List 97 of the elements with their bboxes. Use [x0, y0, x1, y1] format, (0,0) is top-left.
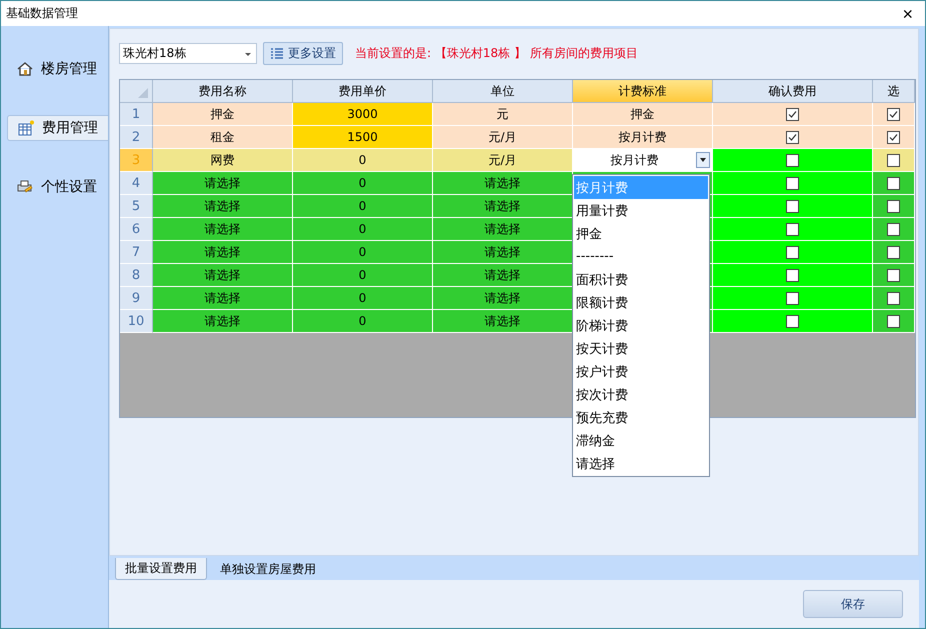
table-cell: 元	[433, 103, 573, 126]
dropdown-option[interactable]: 用量计费	[574, 199, 708, 222]
table-cell: 请选择	[433, 172, 573, 195]
tab[interactable]: 单独设置房屋费用	[211, 558, 325, 580]
sidebar-item[interactable]: 费用管理	[7, 115, 108, 141]
row-number[interactable]: 2	[120, 126, 153, 149]
table-cell: 0	[293, 310, 433, 333]
table-cell: 请选择	[153, 310, 293, 333]
table-cell: 0	[293, 241, 433, 264]
checkbox[interactable]	[887, 246, 900, 258]
column-header[interactable]: 费用名称	[153, 80, 293, 103]
table-cell: 请选择	[153, 218, 293, 241]
checkbox[interactable]	[887, 222, 900, 236]
checkbox[interactable]	[887, 268, 900, 282]
column-header[interactable]: 选	[873, 80, 915, 103]
column-header[interactable]: 确认费用	[713, 80, 873, 103]
row-number[interactable]: 5	[120, 195, 153, 218]
home-icon	[17, 61, 33, 77]
table-icon	[18, 120, 34, 136]
more-settings-button[interactable]: 更多设置	[263, 42, 343, 65]
dropdown-option[interactable]: 按户计费	[574, 360, 708, 383]
table-cell: 请选择	[153, 287, 293, 310]
dropdown-option[interactable]: 按天计费	[574, 337, 708, 360]
row-number[interactable]: 7	[120, 241, 153, 264]
building-dropdown[interactable]: 珠光村18栋	[119, 43, 257, 64]
table-cell: 网费	[153, 149, 293, 172]
column-header[interactable]: 计费标准	[573, 80, 713, 103]
checkbox[interactable]	[786, 154, 799, 166]
printer-icon	[17, 179, 33, 195]
checkbox[interactable]	[786, 130, 799, 144]
row-number[interactable]: 9	[120, 287, 153, 310]
table-cell: 请选择	[433, 264, 573, 287]
checkbox[interactable]	[786, 314, 799, 328]
table-cell: 0	[293, 287, 433, 310]
table-cell: 0	[293, 195, 433, 218]
checkbox[interactable]	[887, 292, 900, 304]
table-cell: 请选择	[433, 287, 573, 310]
caret-icon	[700, 158, 706, 162]
table-cell: 请选择	[433, 241, 573, 264]
dropdown-option[interactable]: 阶梯计费	[574, 314, 708, 337]
dropdown-button[interactable]	[696, 152, 710, 168]
table-cell: 3000	[293, 103, 433, 126]
row-number[interactable]: 1	[120, 103, 153, 126]
sidebar-item[interactable]: 个性设置	[7, 174, 108, 200]
save-button[interactable]: 保存	[803, 590, 903, 618]
checkbox[interactable]	[887, 154, 900, 166]
table-cell: 押金	[573, 103, 713, 126]
dropdown-option[interactable]: 面积计费	[574, 268, 708, 291]
checkbox[interactable]	[786, 246, 799, 258]
dropdown-option[interactable]: 请选择	[574, 452, 708, 475]
table-cell: 请选择	[433, 310, 573, 333]
list-icon	[270, 48, 284, 60]
dropdown-option[interactable]: --------	[574, 245, 708, 268]
checkbox[interactable]	[786, 292, 799, 304]
column-header[interactable]: 单位	[433, 80, 573, 103]
table-cell: 请选择	[153, 172, 293, 195]
table-cell: 1500	[293, 126, 433, 149]
checkbox[interactable]	[786, 268, 799, 282]
table-cell: 0	[293, 264, 433, 287]
dropdown-option[interactable]: 限额计费	[574, 291, 708, 314]
checkbox[interactable]	[887, 176, 900, 190]
row-number[interactable]: 4	[120, 172, 153, 195]
dropdown-option[interactable]: 按次计费	[574, 383, 708, 406]
dropdown-option[interactable]: 预先充费	[574, 406, 708, 429]
table-cell: 请选择	[433, 218, 573, 241]
checkbox[interactable]	[786, 108, 799, 120]
table-cell: 元/月	[433, 149, 573, 172]
table-cell: 0	[293, 218, 433, 241]
dropdown-option[interactable]: 押金	[574, 222, 708, 245]
checkbox[interactable]	[786, 200, 799, 212]
table-cell: 请选择	[153, 264, 293, 287]
table-cell: 请选择	[153, 195, 293, 218]
dropdown-option[interactable]: 滞纳金	[574, 429, 708, 452]
table-cell: 租金	[153, 126, 293, 149]
notice-text: 当前设置的是: 【珠光村18栋 】 所有房间的费用项目	[355, 45, 638, 62]
row-number[interactable]: 8	[120, 264, 153, 287]
table-cell: 按月计费	[573, 126, 713, 149]
corner-icon	[138, 88, 148, 98]
checkbox[interactable]	[887, 108, 900, 120]
table-cell: 0	[293, 149, 433, 172]
row-number[interactable]: 10	[120, 310, 153, 333]
column-header[interactable]: 费用单价	[293, 80, 433, 103]
table-cell: 请选择	[153, 241, 293, 264]
checkbox[interactable]	[887, 200, 900, 212]
table-cell: 0	[293, 172, 433, 195]
table-cell: 押金	[153, 103, 293, 126]
checkbox[interactable]	[786, 176, 799, 190]
checkbox[interactable]	[887, 130, 900, 144]
close-button[interactable]: ×	[898, 4, 917, 24]
table-cell: 元/月	[433, 126, 573, 149]
checkbox[interactable]	[887, 314, 900, 328]
table-cell: 请选择	[433, 195, 573, 218]
tab[interactable]: 批量设置费用	[115, 558, 207, 580]
sidebar-item[interactable]: 楼房管理	[7, 56, 108, 82]
checkbox[interactable]	[786, 222, 799, 236]
window-title: 基础数据管理	[6, 5, 78, 22]
row-number[interactable]: 6	[120, 218, 153, 241]
